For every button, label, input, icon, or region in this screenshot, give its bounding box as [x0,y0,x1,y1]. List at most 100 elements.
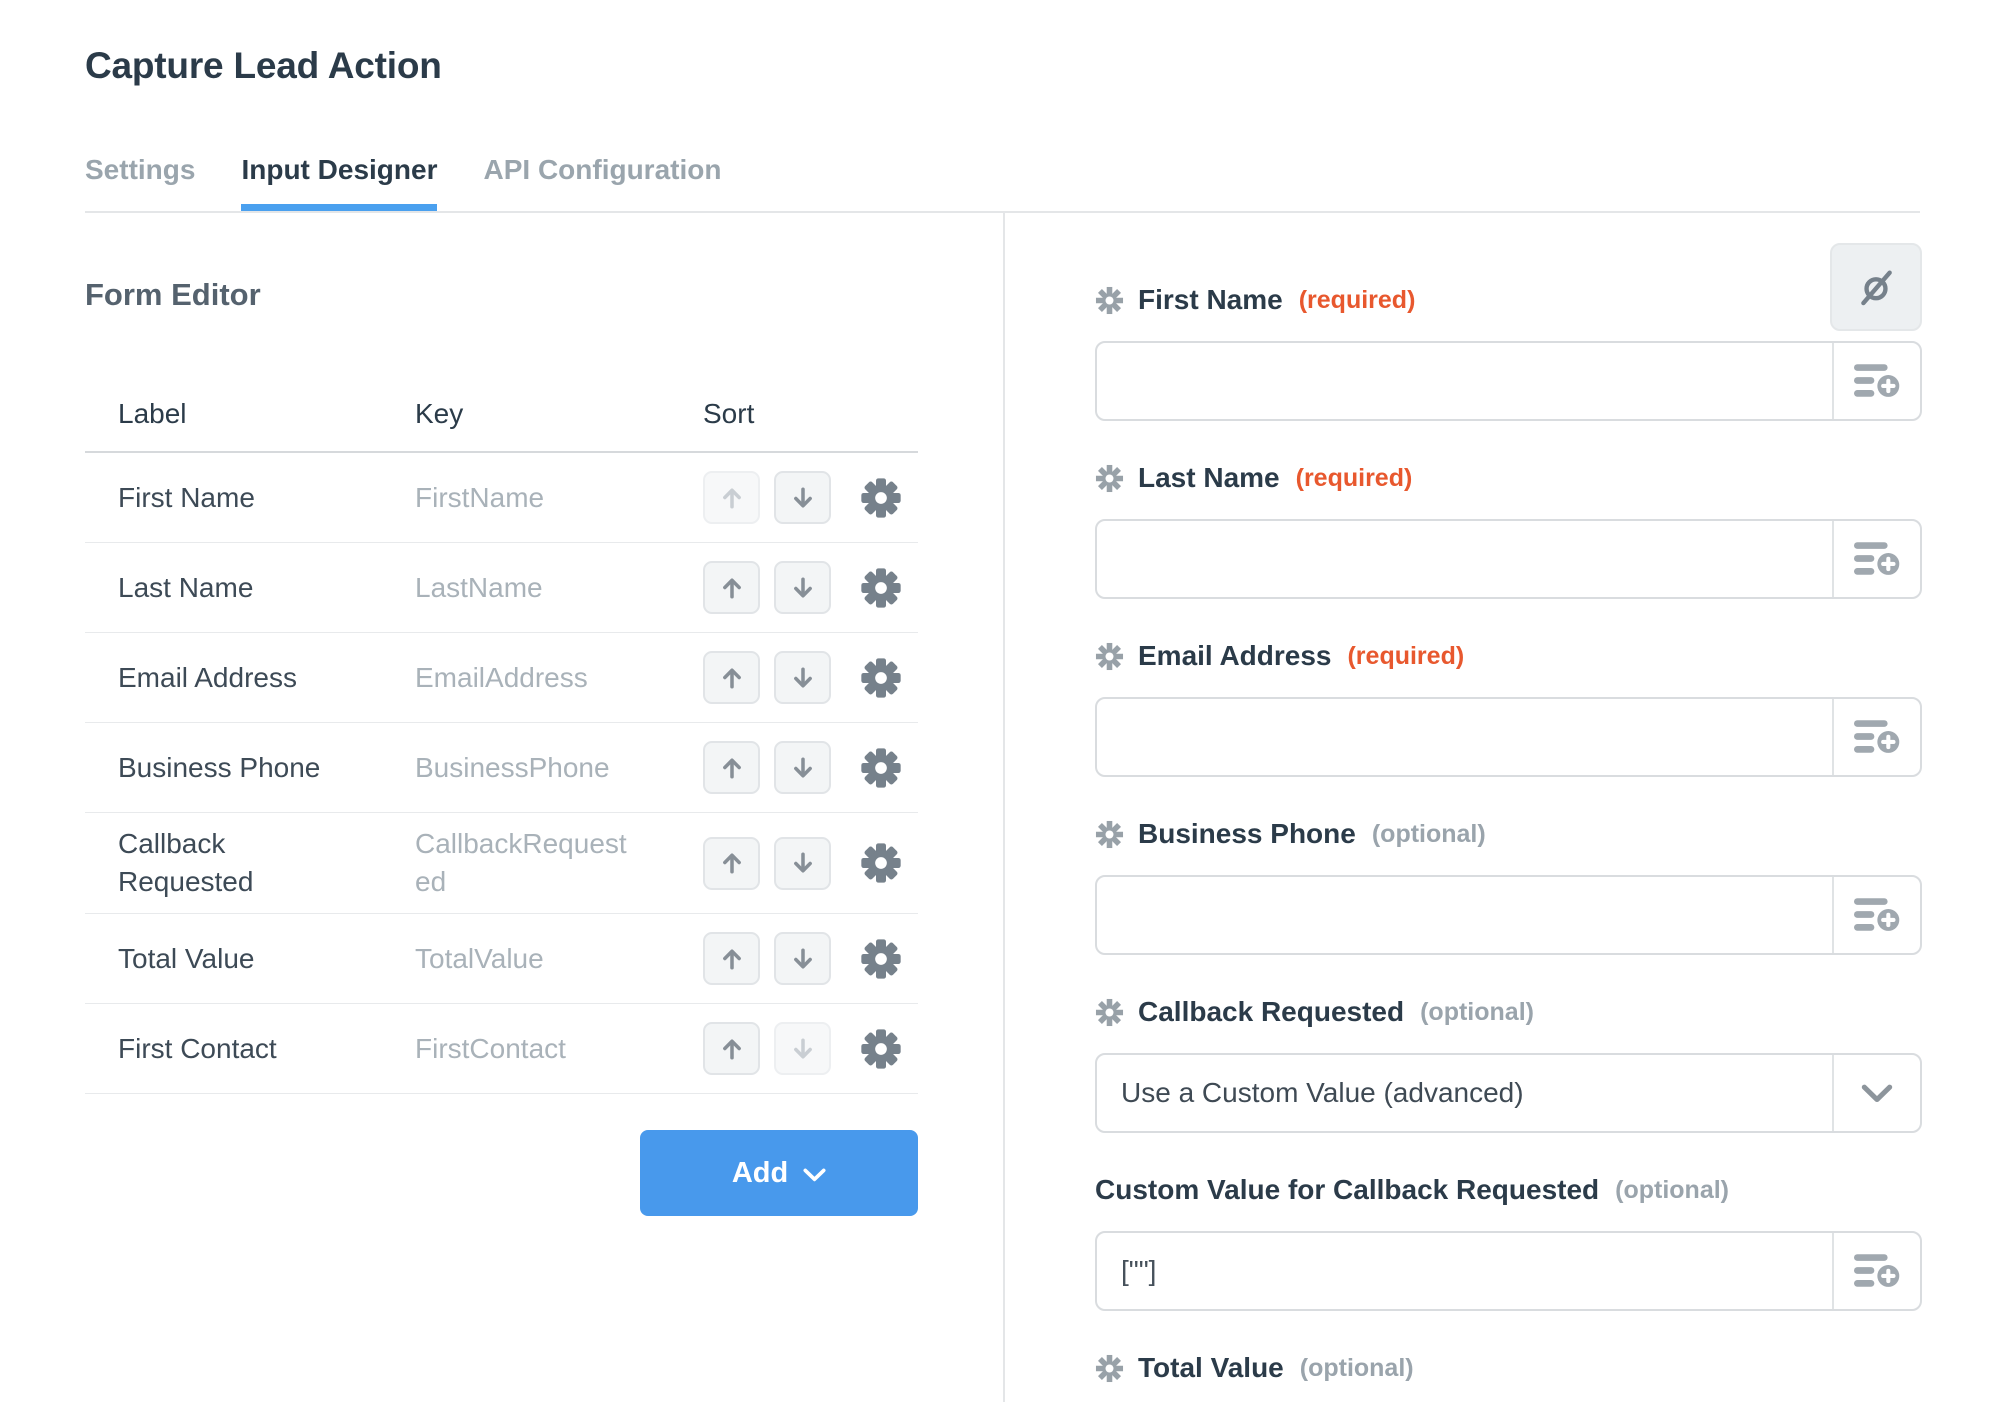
table-row: Email Address EmailAddress [85,633,918,723]
move-down-button[interactable] [774,836,831,890]
move-down-button[interactable] [774,471,831,524]
move-up-button[interactable] [703,1022,760,1075]
arrow-down-icon [792,575,814,601]
field-settings-button[interactable] [861,748,901,788]
preview-field: Last Name (required) [1095,463,1922,599]
arrow-down-icon [792,1036,814,1062]
field-label: Email Address [118,661,297,693]
field-label: Callback Requested [1138,996,1405,1027]
asterisk-icon [1095,464,1124,493]
field-label: First Contact [118,1032,277,1064]
gear-icon [861,568,901,608]
tab-settings[interactable]: Settings [85,155,195,211]
table-row: First Name FirstName [85,453,918,543]
gear-icon [861,939,901,979]
preview-field: First Name (required) [1095,243,1922,421]
callback-requested-select[interactable]: Use a Custom Value (advanced) [1095,1053,1922,1133]
field-key: CallbackRequested [415,828,627,897]
arrow-up-icon [721,575,743,601]
arrow-down-icon [792,946,814,972]
page-header: Capture Lead Action Settings Input Desig… [0,0,1995,213]
field-key: LastName [415,571,543,603]
form-editor-heading: Form Editor [85,277,261,312]
field-label: Business Phone [118,751,321,783]
insert-field-icon [1854,361,1900,401]
move-up-button[interactable] [703,561,760,614]
arrow-up-icon [721,1036,743,1062]
last-name-input[interactable] [1097,521,1832,597]
select-selected-value: Use a Custom Value (advanced) [1121,1077,1524,1108]
field-requirement: (required) [1347,642,1465,670]
field-label: Callback Requested [118,828,254,897]
gear-icon [861,748,901,788]
column-header-key: Key [415,398,464,429]
custom-value-input[interactable] [1097,1233,1832,1309]
field-label: Last Name [1138,462,1280,493]
field-settings-button[interactable] [861,1029,901,1069]
insert-field-button[interactable] [1832,343,1920,419]
table-header-row: Label Key Sort [85,398,918,453]
move-down-button[interactable] [774,561,831,614]
add-button[interactable]: Add [640,1130,918,1216]
field-settings-button[interactable] [861,568,901,608]
move-up-button [703,471,760,524]
field-settings-button[interactable] [861,843,901,883]
field-label: First Name [118,481,255,513]
field-key: FirstContact [415,1032,566,1064]
insert-field-button[interactable] [1832,699,1920,775]
insert-field-icon [1854,539,1900,579]
arrow-up-icon [721,850,743,876]
select-open-button[interactable] [1832,1055,1920,1131]
field-key: TotalValue [415,942,544,974]
field-settings-button[interactable] [861,658,901,698]
move-up-button[interactable] [703,651,760,704]
chevron-down-icon [1861,1084,1893,1103]
move-down-button[interactable] [774,741,831,794]
move-down-button [774,1022,831,1075]
asterisk-icon [1095,286,1124,315]
move-up-button[interactable] [703,836,760,890]
insert-field-icon [1854,1251,1900,1291]
insert-field-button[interactable] [1832,521,1920,597]
arrow-down-icon [792,755,814,781]
page-title: Capture Lead Action [85,45,442,86]
gear-icon [861,1029,901,1069]
first-name-input[interactable] [1097,343,1832,419]
field-requirement: (optional) [1371,820,1486,848]
move-up-button[interactable] [703,741,760,794]
tab-api-configuration[interactable]: API Configuration [483,155,721,211]
move-up-button[interactable] [703,932,760,985]
arrow-up-icon [721,665,743,691]
hide-fields-button[interactable] [1830,243,1922,331]
preview-field: Email Address (required) [1095,641,1922,777]
column-header-label: Label [118,398,187,429]
field-requirement: (optional) [1420,998,1534,1026]
field-requirement: (required) [1295,464,1413,492]
asterisk-icon [1095,998,1124,1027]
table-row: First Contact FirstContact [85,1004,918,1094]
field-preview-panel: First Name (required) Last Name (require… [1005,213,1995,1402]
gear-icon [861,658,901,698]
field-settings-button[interactable] [861,478,901,518]
field-requirement: (optional) [1299,1354,1414,1382]
form-fields-table: Label Key Sort First Name FirstName Last… [85,398,918,1094]
table-row: Callback Requested CallbackRequested [85,813,918,914]
business-phone-input[interactable] [1097,877,1832,953]
field-label: Last Name [118,571,254,603]
move-down-button[interactable] [774,651,831,704]
gear-icon [861,478,901,518]
insert-field-button[interactable] [1832,877,1920,953]
field-settings-button[interactable] [861,939,901,979]
insert-field-button[interactable] [1832,1233,1920,1309]
table-row: Last Name LastName [85,543,918,633]
gear-icon [861,843,901,883]
form-editor-panel: Form Editor Label Key Sort First Name Fi… [0,213,1005,1402]
move-down-button[interactable] [774,932,831,985]
arrow-down-icon [792,665,814,691]
arrow-down-icon [792,485,814,511]
field-key: EmailAddress [415,661,588,693]
preview-field: Business Phone (optional) [1095,819,1922,955]
tab-input-designer[interactable]: Input Designer [241,155,438,211]
field-label: Email Address [1138,640,1332,671]
email-address-input[interactable] [1097,699,1832,775]
